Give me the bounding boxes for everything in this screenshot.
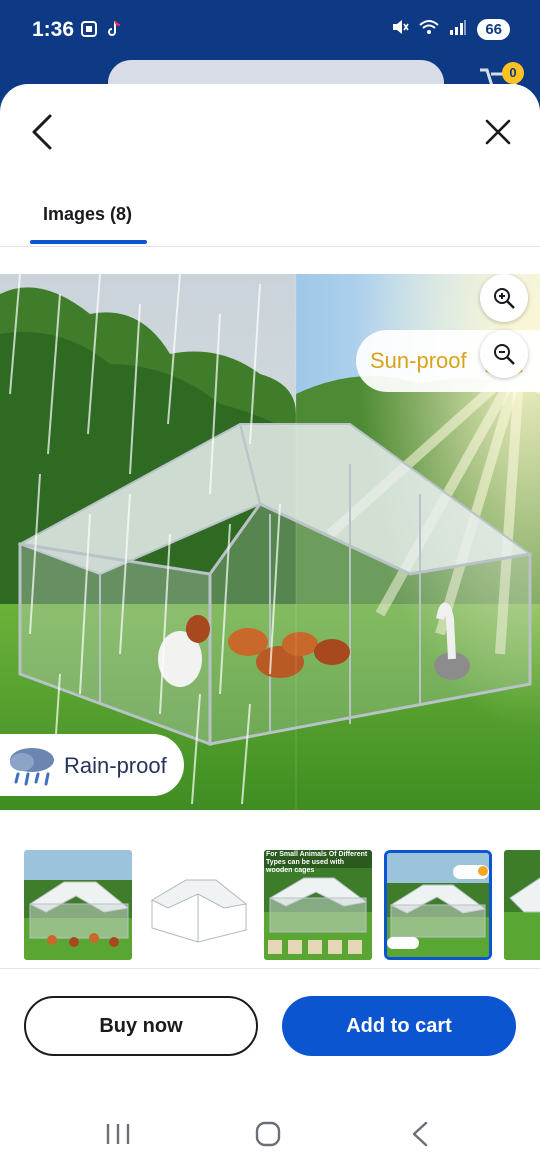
signal-icon [449,19,467,40]
thumbnail-5[interactable] [504,850,540,960]
system-back-button[interactable] [400,1118,440,1150]
close-button[interactable] [482,114,514,150]
thumbnail-1[interactable] [24,850,132,960]
zoom-out-icon [494,344,515,365]
zoom-out-button[interactable] [480,330,528,378]
status-right-icons: 66 [391,18,510,41]
cart-count-badge: 0 [502,62,524,84]
close-icon [485,119,511,145]
screen: 1:36 66 0 Images (8) Sun-proof Rain-proo… [0,0,540,1170]
thumbnail-strip: For Small Animals Of Different Types can… [0,848,540,960]
status-bar: 1:36 66 [0,0,540,64]
sun-proof-text: Sun-proof [370,348,467,373]
thumbnail-4-selected[interactable] [384,850,492,960]
buy-now-button[interactable]: Buy now [24,996,258,1056]
rain-proof-label: Rain-proof [0,734,184,796]
status-left-icons [80,20,122,43]
add-to-cart-button[interactable]: Add to cart [282,996,516,1056]
tabs-divider [0,246,540,247]
zoom-in-button[interactable] [480,274,528,322]
thumbnail-2[interactable] [146,850,254,960]
screenshot-icon [80,20,98,43]
home-icon [255,1121,281,1147]
recent-apps-icon [106,1124,130,1144]
tiktok-icon [106,20,122,43]
tab-images-label: Images (8) [43,204,133,224]
status-time: 1:36 [32,18,75,41]
tab-images[interactable]: Images (8) [30,192,148,244]
home-button[interactable] [248,1118,288,1150]
mute-icon [391,18,409,41]
system-back-icon [412,1121,428,1147]
main-product-image[interactable]: Sun-proof Rain-proof [0,274,540,810]
image-viewer-sheet: Images (8) Sun-proof Rain-proof For Smal… [0,84,540,1170]
recent-apps-button[interactable] [98,1118,138,1150]
battery-icon: 66 [477,19,510,40]
chevron-left-icon [32,114,52,150]
system-nav-bar [0,1096,540,1170]
rain-cloud-icon [10,748,54,786]
footer-divider [0,968,540,969]
tab-active-indicator [30,240,147,244]
zoom-in-icon [494,288,515,309]
rain-proof-text: Rain-proof [64,753,167,778]
wifi-icon [419,19,439,40]
thumbnail-3[interactable]: For Small Animals Of Different Types can… [264,850,372,960]
thumbnail-3-caption: For Small Animals Of Different Types can… [266,851,368,874]
back-button[interactable] [22,110,62,154]
